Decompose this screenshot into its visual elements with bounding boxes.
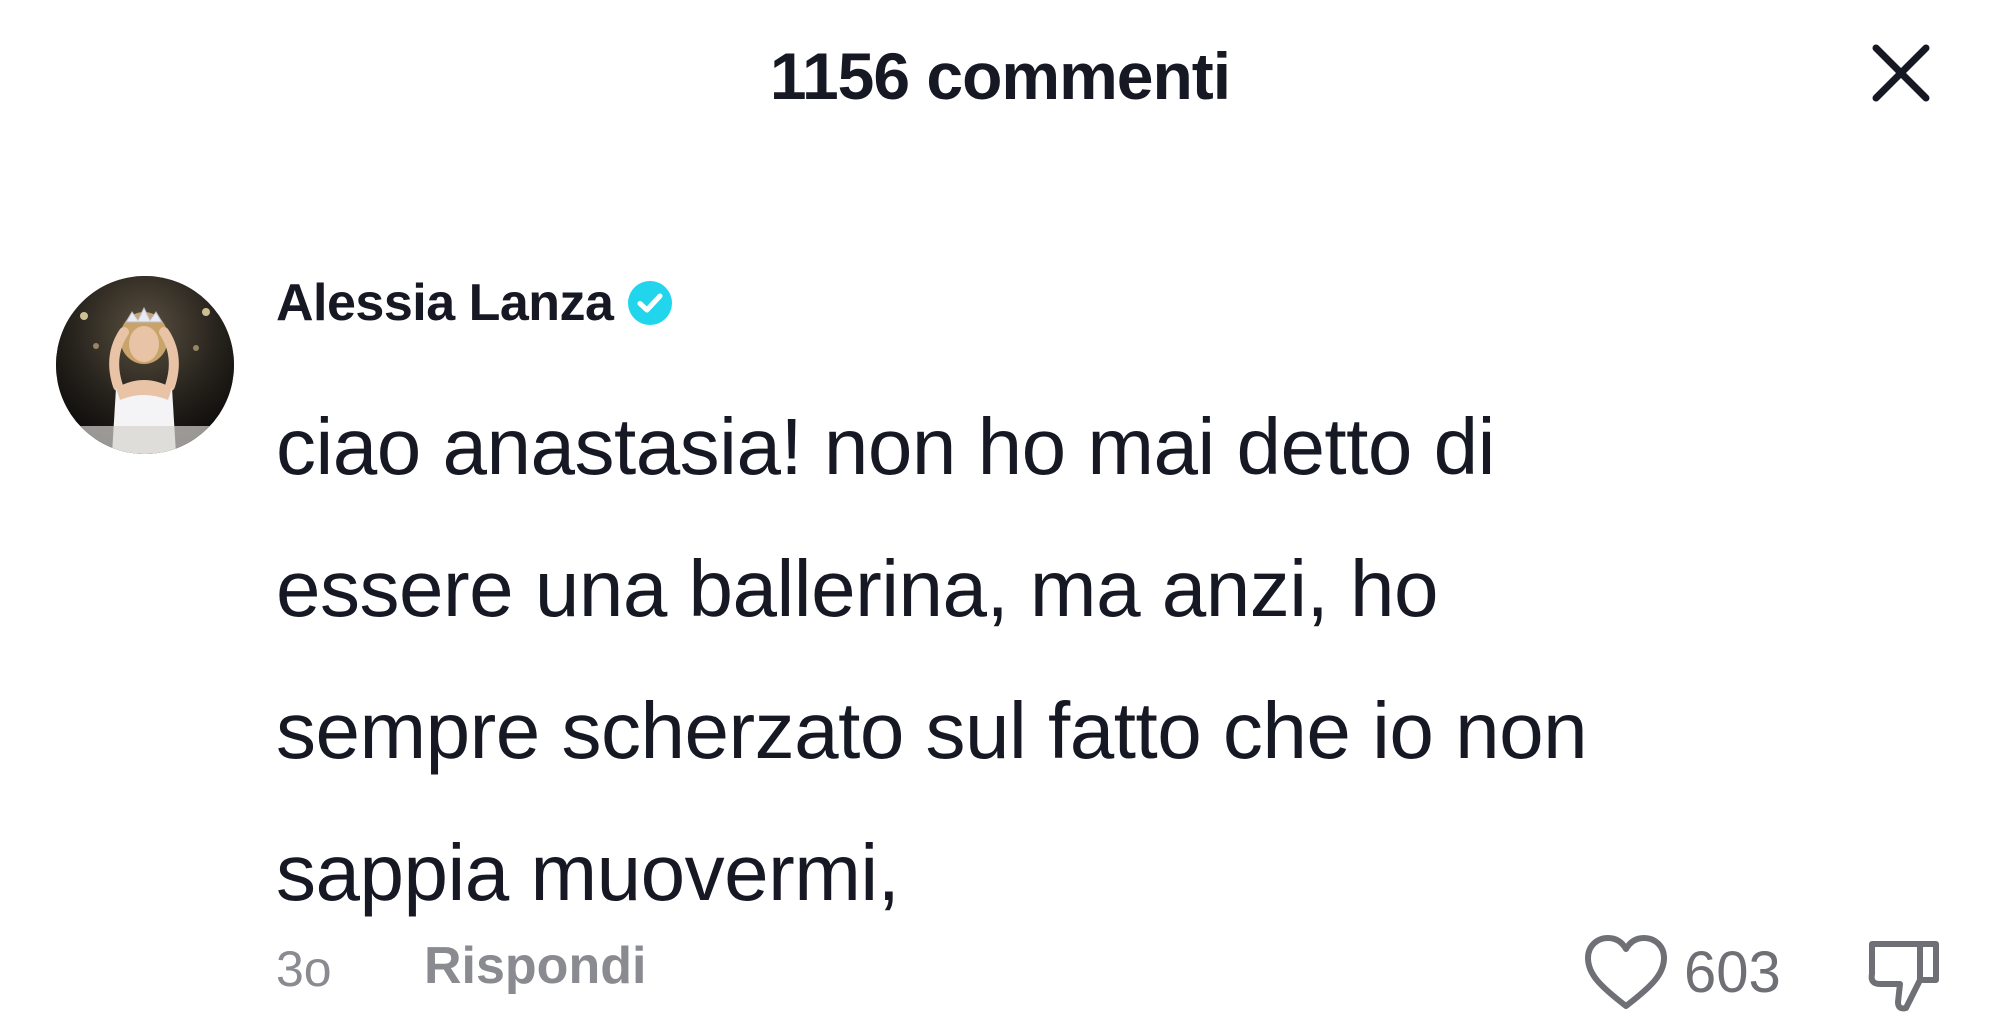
comment-line: sempre scherzato sul fatto che io non <box>276 686 1588 775</box>
comment-line: essere una ballerina, ma anzi, ho <box>276 544 1438 633</box>
heart-icon <box>1585 935 1667 1009</box>
dislike-button[interactable] <box>1862 932 1946 1016</box>
comment-line: ciao anastasia! non ho mai detto di <box>276 402 1495 491</box>
avatar[interactable] <box>56 276 234 454</box>
comment-line: sappia muovermi, <box>276 828 900 917</box>
like-count: 603 <box>1684 939 1781 1005</box>
like-button[interactable]: 603 <box>1582 932 1781 1012</box>
verified-badge-icon <box>628 281 673 325</box>
author-row: Alessia Lanza <box>276 268 673 338</box>
author-name[interactable]: Alessia Lanza <box>276 273 614 333</box>
comment-text: ciao anastasia! non ho mai detto di esse… <box>276 376 1966 944</box>
comment-item: Alessia Lanza ciao anastasia! non ho mai… <box>0 0 2000 1015</box>
avatar-photo-image <box>56 276 234 454</box>
thumbs-down-icon <box>1868 941 1939 1012</box>
reply-button[interactable]: Rispondi <box>424 936 646 996</box>
comment-timestamp: 3o <box>276 941 332 997</box>
